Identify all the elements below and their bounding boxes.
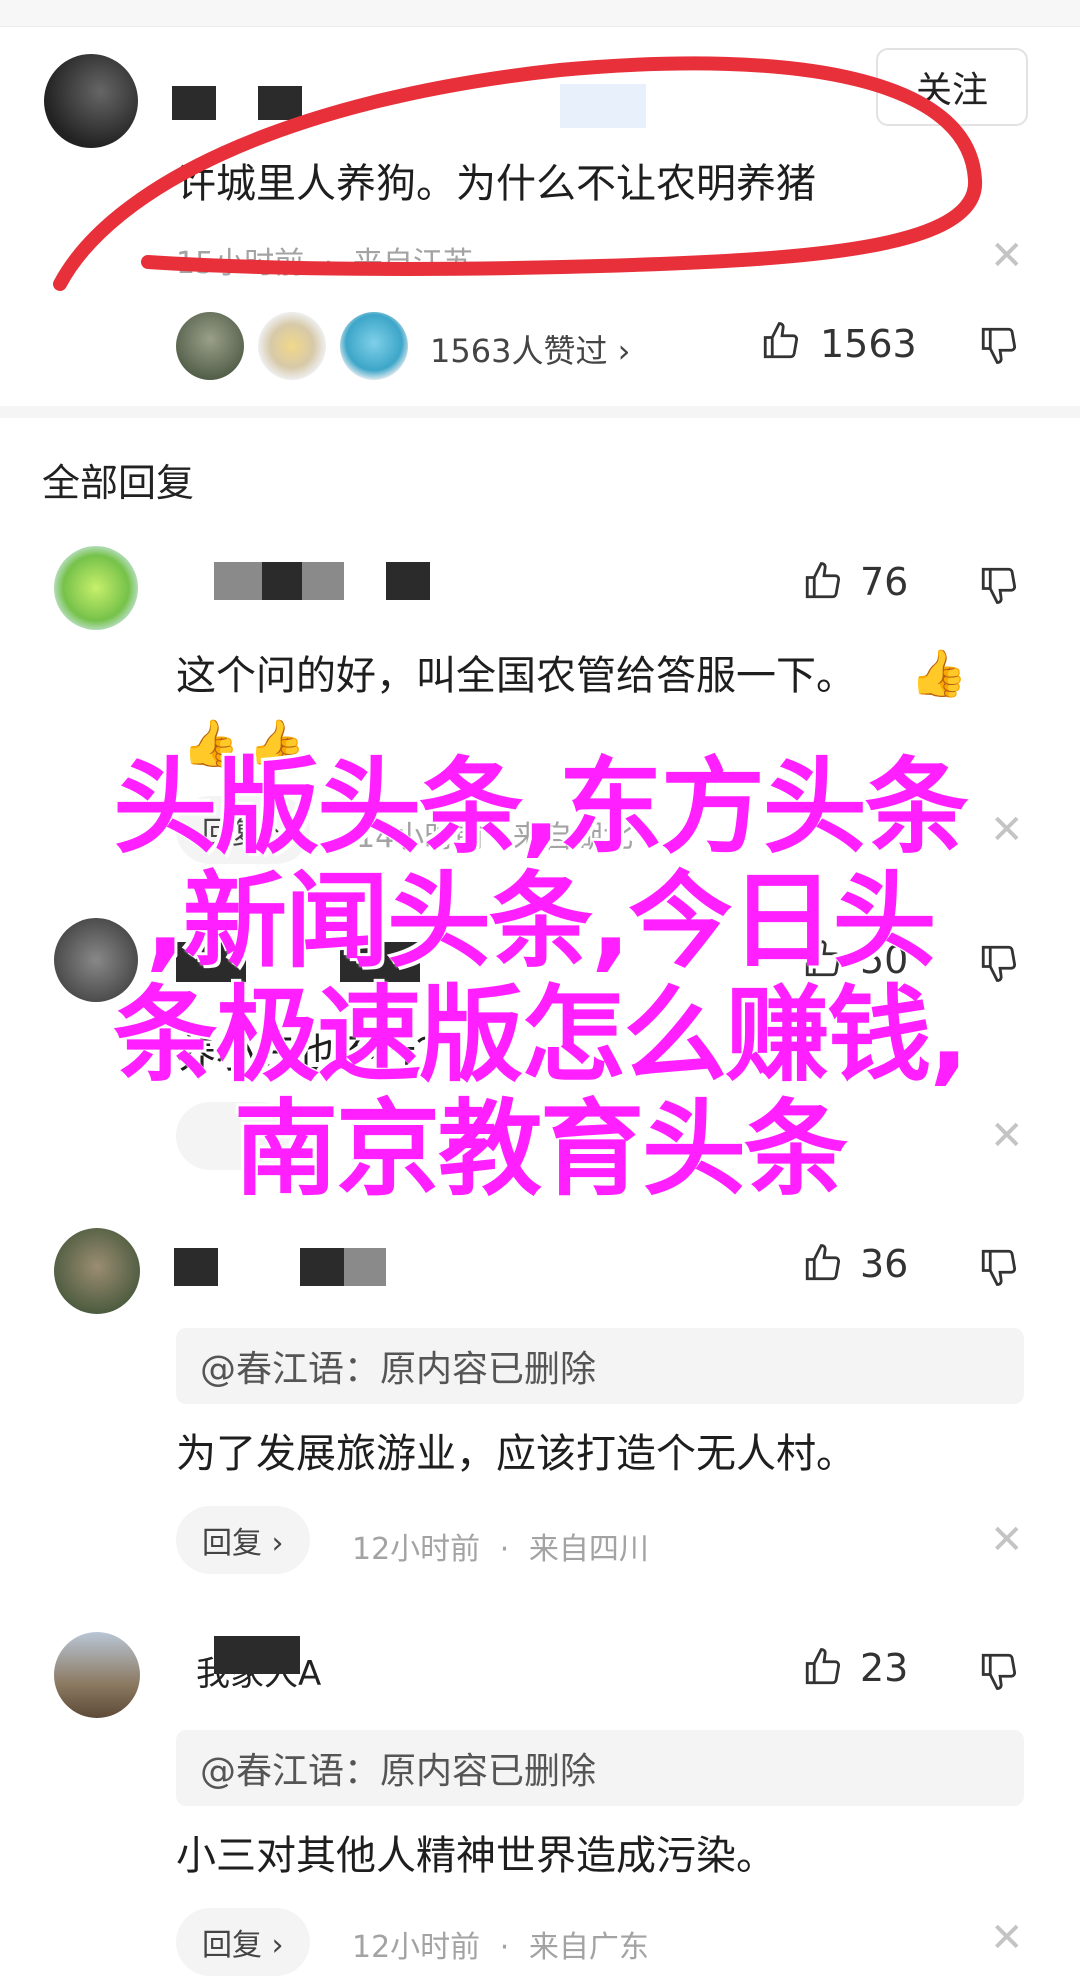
commenter-name-redacted xyxy=(300,1248,344,1286)
comment-location: 来自广东 xyxy=(528,1930,649,1965)
thumbs-down-icon[interactable] xyxy=(978,1650,1020,1692)
comment-text: 为了发展旅游业，应该打造个无人村。 xyxy=(176,1431,856,1477)
like-count: 1563 xyxy=(820,322,917,366)
thumbs-down-icon[interactable] xyxy=(978,1246,1020,1288)
watermark-overlay: 头版头条,东方头条 ,新闻头条,今日头 条极速版怎么赚钱, 南京教育头条 xyxy=(0,750,1080,1206)
likers-link[interactable]: 1563人赞过 › xyxy=(430,326,630,372)
thumbs-down-icon[interactable] xyxy=(978,564,1020,606)
watermark-line: 条极速版怎么赚钱, xyxy=(113,974,969,1096)
comment-text: 小三对其他人精神世界造成污染。 xyxy=(176,1833,776,1879)
thumbs-up-emoji: 👍 xyxy=(910,646,968,700)
section-title: 全部回复 xyxy=(42,461,195,505)
close-icon[interactable]: ✕ xyxy=(990,1918,1024,1958)
meta-separator: · xyxy=(499,1532,510,1567)
watermark-line: ,新闻头条,今日头 xyxy=(145,860,936,982)
watermark-line: 头版头条,东方头条 xyxy=(113,746,969,868)
commenter-name-redacted xyxy=(214,1636,300,1674)
comment-text: 这个问的好，叫全国农管给答服一下。 xyxy=(176,653,856,699)
commenter-avatar[interactable] xyxy=(54,1632,140,1718)
reply-button[interactable]: 回复 › xyxy=(176,1908,310,1976)
liker-avatar[interactable] xyxy=(340,312,408,380)
like-count: 23 xyxy=(860,1646,909,1690)
meta-separator: · xyxy=(499,1930,510,1965)
quoted-comment[interactable]: @春江语：原内容已删除 xyxy=(176,1730,1024,1806)
comment-location: 来自四川 xyxy=(528,1532,649,1567)
close-icon[interactable]: ✕ xyxy=(990,1520,1024,1560)
commenter-name-redacted xyxy=(386,562,430,600)
commenter-name-redacted xyxy=(262,562,302,600)
thumbs-down-icon[interactable] xyxy=(978,324,1020,366)
commenter-avatar[interactable] xyxy=(54,1228,140,1314)
thumbs-up-icon[interactable] xyxy=(802,560,844,602)
commenter-avatar[interactable] xyxy=(54,546,138,630)
quoted-comment[interactable]: @春江语：原内容已删除 xyxy=(176,1328,1024,1404)
thumbs-up-icon[interactable] xyxy=(802,1646,844,1688)
thumbs-up-icon[interactable] xyxy=(760,320,802,362)
comment-time: 12小时前 xyxy=(352,1532,481,1567)
red-annotation-ellipse xyxy=(40,40,1000,300)
watermark-line: 南京教育头条 xyxy=(233,1088,848,1210)
reply-button[interactable]: 回复 › xyxy=(176,1506,310,1574)
comment-meta: 12小时前 · 来自广东 xyxy=(352,1922,649,1966)
commenter-name-redacted xyxy=(174,1248,218,1286)
like-count: 36 xyxy=(860,1242,909,1286)
comment-time: 12小时前 xyxy=(352,1930,481,1965)
like-count: 76 xyxy=(860,560,909,604)
thumbs-up-icon[interactable] xyxy=(802,1242,844,1284)
liker-avatar[interactable] xyxy=(176,312,244,380)
top-divider xyxy=(0,0,1080,27)
liker-avatar[interactable] xyxy=(258,312,326,380)
section-divider xyxy=(0,406,1080,418)
comment-meta: 12小时前 · 来自四川 xyxy=(352,1524,649,1568)
